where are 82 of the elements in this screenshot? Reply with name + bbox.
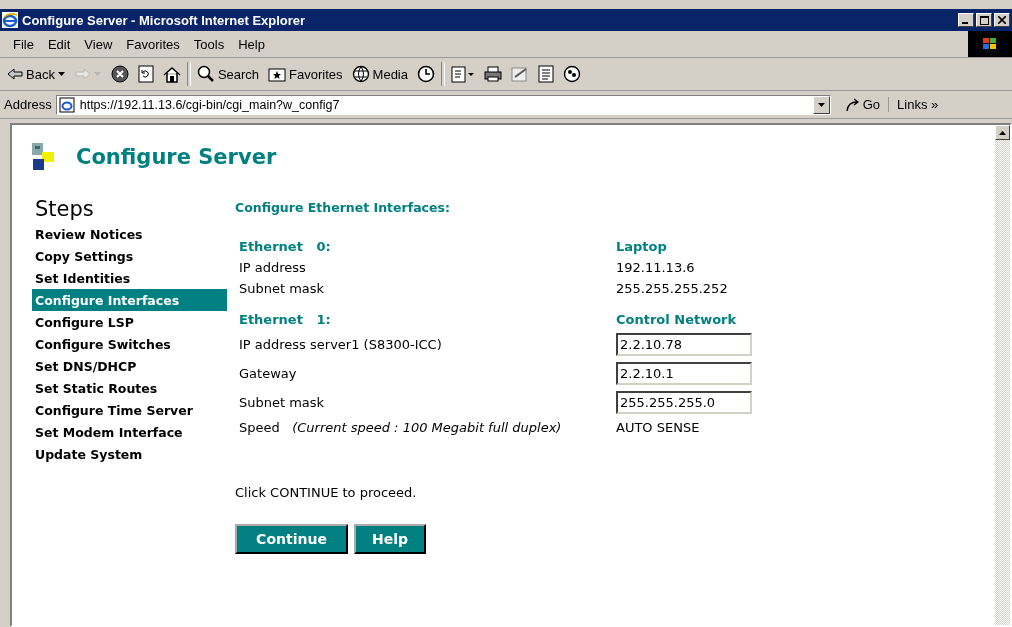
go-button[interactable]: Go [834,97,890,112]
discuss-button[interactable] [535,63,557,85]
messenger-icon [563,65,581,83]
arrow-icon [74,68,91,80]
speed-note: (Current speed : 100 Megabit full duplex) [292,420,562,435]
field-label: Gateway [239,366,298,381]
refresh-icon [137,65,154,83]
dropdown-button[interactable] [812,95,830,114]
field-value: 192.11.13.6 [616,260,696,275]
clock-icon [417,65,435,83]
help-button[interactable]: Help [354,524,427,554]
globe-icon [351,65,370,83]
close-button[interactable] [994,13,1010,27]
address-label: Address [4,97,52,112]
interface-heading: Ethernet 0: [239,239,332,254]
page-icon [58,96,75,113]
column-heading: Laptop [616,239,668,254]
field-label: Subnet mask [239,395,326,410]
search-button[interactable]: Search [193,63,263,85]
menu-item[interactable]: Tools [186,36,232,52]
menu-item[interactable]: Edit [40,36,78,52]
step-link[interactable]: Update System [32,443,227,465]
step-link[interactable]: Configure Time Server [32,399,227,421]
step-link[interactable]: Configure Interfaces [32,289,227,311]
page-title: Configure Server [76,145,277,169]
continue-button[interactable]: Continue [235,524,348,554]
caret-icon [57,71,66,77]
field-label: Subnet mask [239,281,326,296]
field-label: IP address server1 (S8300-ICC) [239,337,443,352]
windows-logo-icon [968,31,1012,57]
print-button[interactable] [481,64,505,84]
field-label: IP address [239,260,307,275]
maximize-button[interactable] [976,13,992,27]
mail-icon [451,65,475,83]
input-field[interactable]: 255.255.255.0 [616,391,752,414]
go-arrow-icon [844,97,861,112]
interface-heading: Ethernet 1: [239,312,332,327]
caret-icon [93,71,102,77]
edit-icon [511,66,529,82]
instruction-text: Click CONTINUE to proceed. [235,485,418,500]
scroll-up-button[interactable] [995,125,1010,140]
menu-item[interactable]: Favorites [119,36,187,52]
steps-heading: Steps [35,197,94,221]
address-field[interactable]: https://192.11.13.6/cgi-bin/cgi_main?w_config7 [55,94,831,115]
printer-icon [484,66,502,82]
close-icon [998,16,1006,24]
caret-icon [999,130,1006,135]
window-title: Configure Server - Microsoft Internet Explorer [22,12,307,28]
menu-item[interactable]: Help [231,36,272,52]
step-link[interactable]: Configure Switches [32,333,227,355]
stop-icon [110,65,129,83]
search-icon [196,65,215,83]
step-link[interactable]: Set Identities [32,267,227,289]
step-link[interactable]: Set Static Routes [32,377,227,399]
column-heading: Control Network [616,312,738,327]
field-value: AUTO SENSE [616,420,701,435]
back-button[interactable]: Back [4,64,69,84]
maximize-icon [979,15,989,25]
links-button[interactable]: Links » [893,97,943,112]
step-link[interactable]: Set Modem Interface [32,421,227,443]
caret-icon [817,102,825,107]
arrow-icon [7,68,23,80]
step-link[interactable]: Copy Settings [32,245,227,267]
home-icon [162,65,181,83]
minimize-button[interactable] [958,13,974,27]
star-folder-icon [268,66,287,82]
section-title: Configure Ethernet Interfaces: [235,200,451,215]
step-link[interactable]: Set DNS/DHCP [32,355,227,377]
field-value: 255.255.255.252 [616,281,729,296]
logo-icon [32,143,54,171]
menu-item[interactable]: File [6,36,41,52]
step-link[interactable]: Configure LSP [32,311,227,333]
favorites-button[interactable]: Favorites [265,64,346,84]
input-field[interactable]: 2.2.10.78 [616,333,752,356]
document-icon [538,65,554,83]
input-field[interactable]: 2.2.10.1 [616,362,752,385]
browser-logo-icon [2,12,18,28]
menu-item[interactable]: View [77,36,120,52]
scrollbar[interactable] [995,125,1010,625]
media-button[interactable]: Media [348,63,411,85]
field-label: Speed (Current speed : 100 Megabit full duplex) [239,420,563,435]
step-link[interactable]: Review Notices [32,223,227,245]
